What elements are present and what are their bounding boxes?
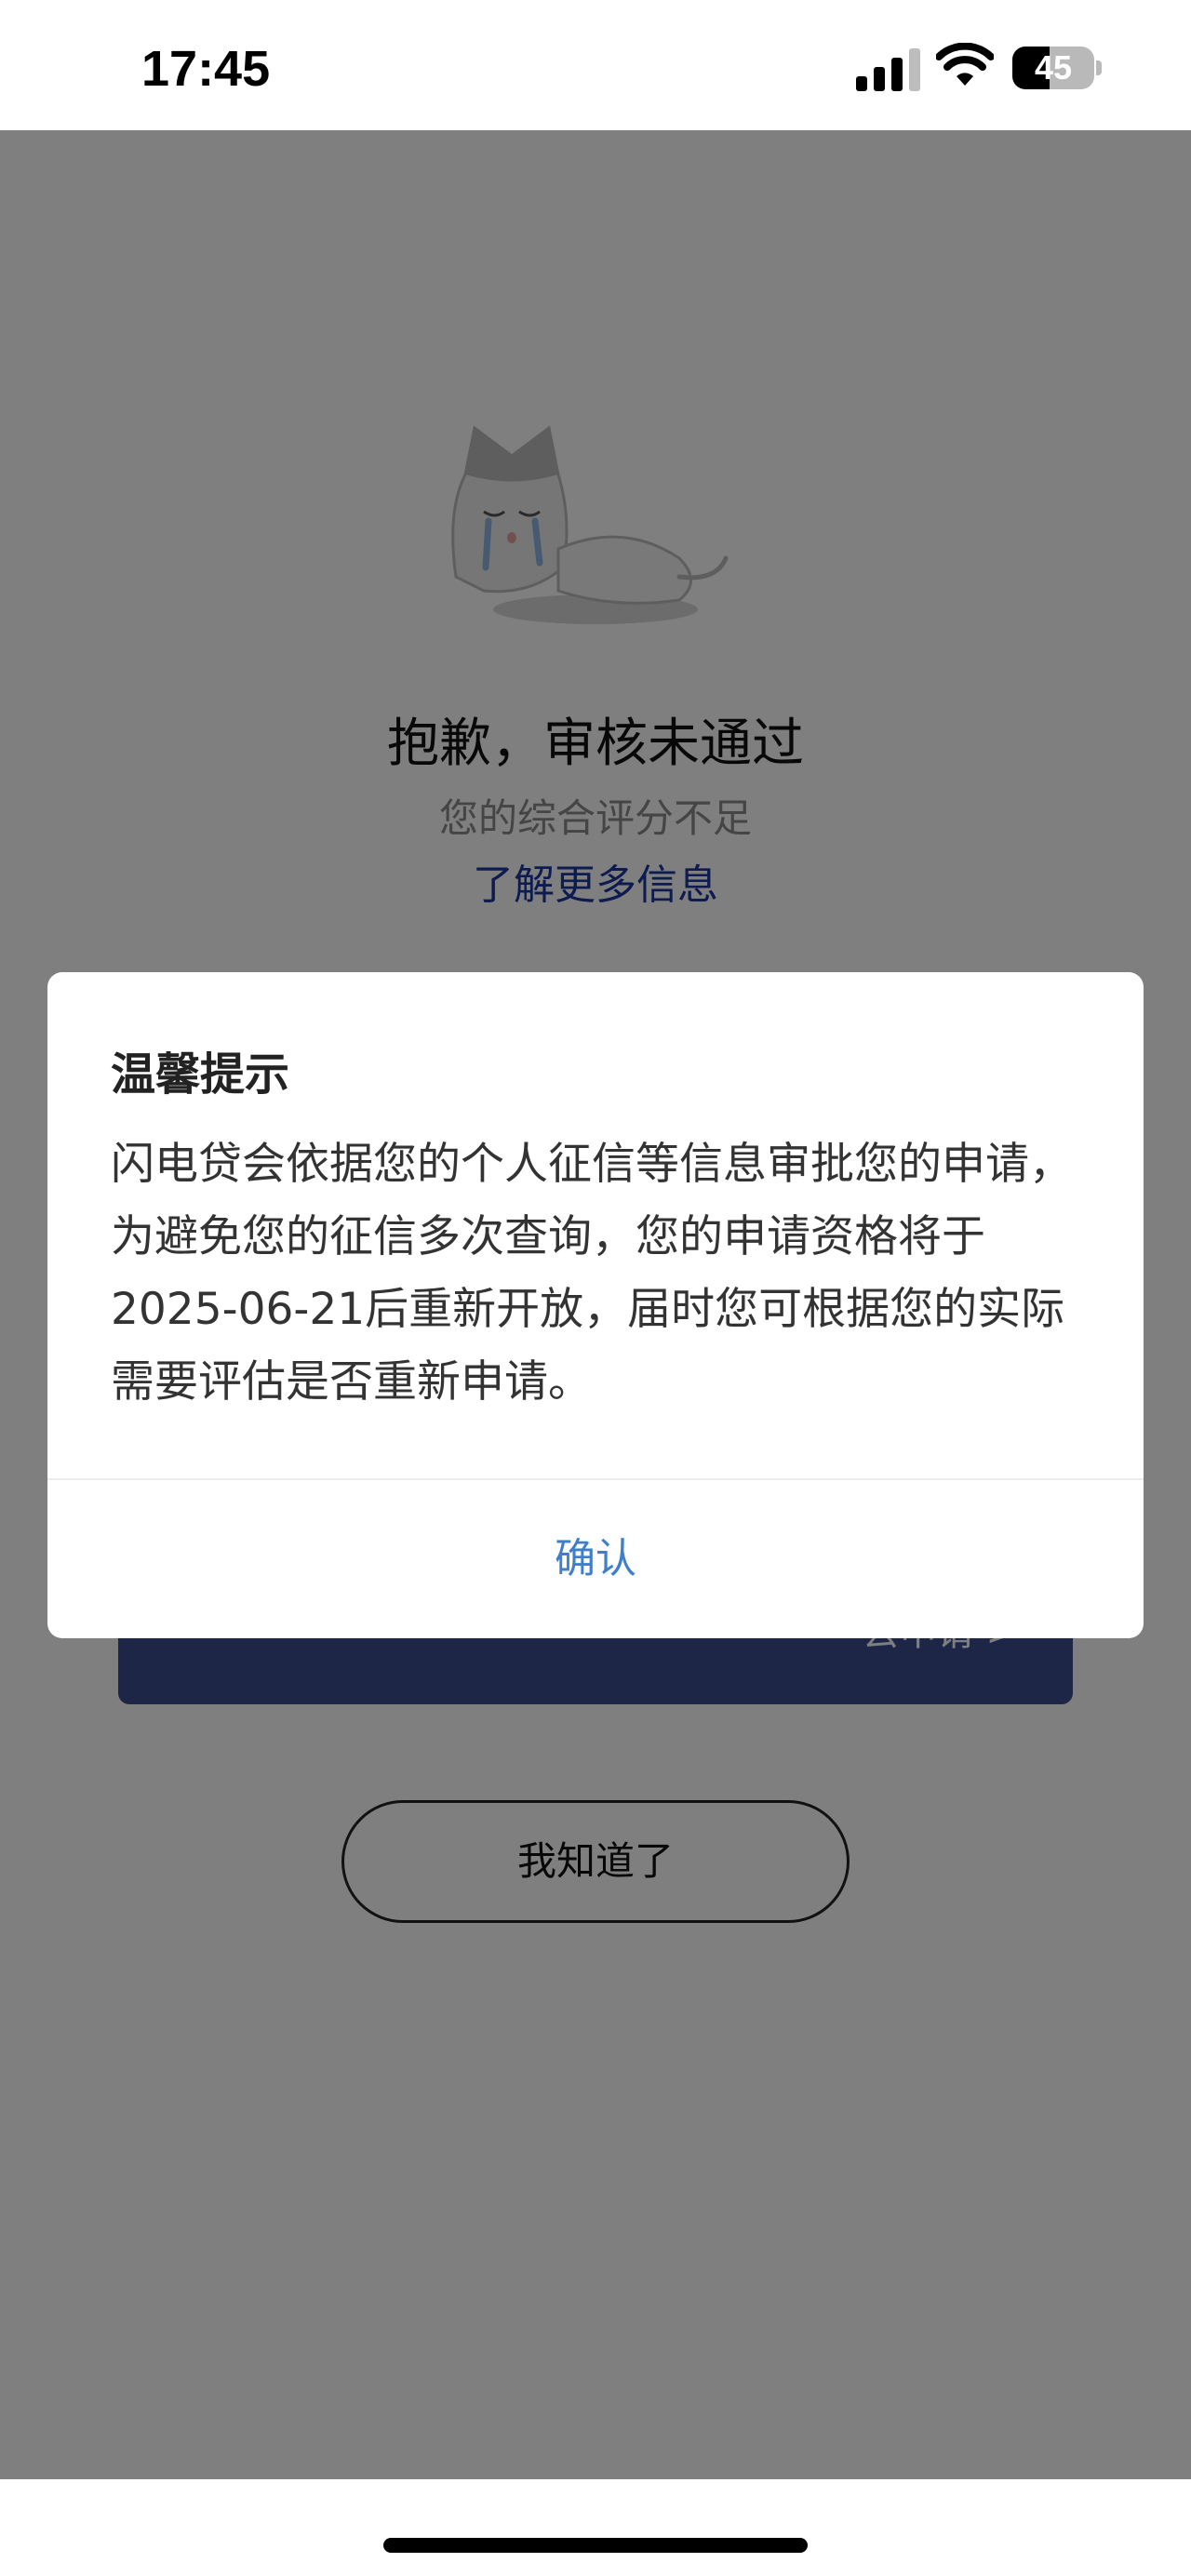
battery-body: 45 (1012, 47, 1094, 89)
bottom-bar (0, 2479, 1191, 2576)
home-indicator[interactable] (383, 2538, 808, 2553)
battery-tip (1096, 60, 1102, 75)
status-time: 17:45 (141, 41, 271, 97)
battery-level-text: 45 (1034, 48, 1073, 87)
notice-dialog: 温馨提示 闪电贷会依据您的个人征信等信息审批您的申请，为避免您的征信多次查询，您… (47, 972, 1144, 1638)
battery-icon: 45 (1012, 47, 1102, 89)
signal-icon (856, 48, 920, 91)
confirm-button[interactable]: 确认 (47, 1480, 1144, 1638)
dialog-title: 温馨提示 (111, 1048, 290, 1101)
wifi-icon (936, 43, 994, 86)
dialog-message: 闪电贷会依据您的个人征信等信息审批您的申请，为避免您的征信多次查询，您的申请资格… (111, 1139, 1073, 1408)
status-bar: 17:45 45 (0, 0, 1191, 130)
